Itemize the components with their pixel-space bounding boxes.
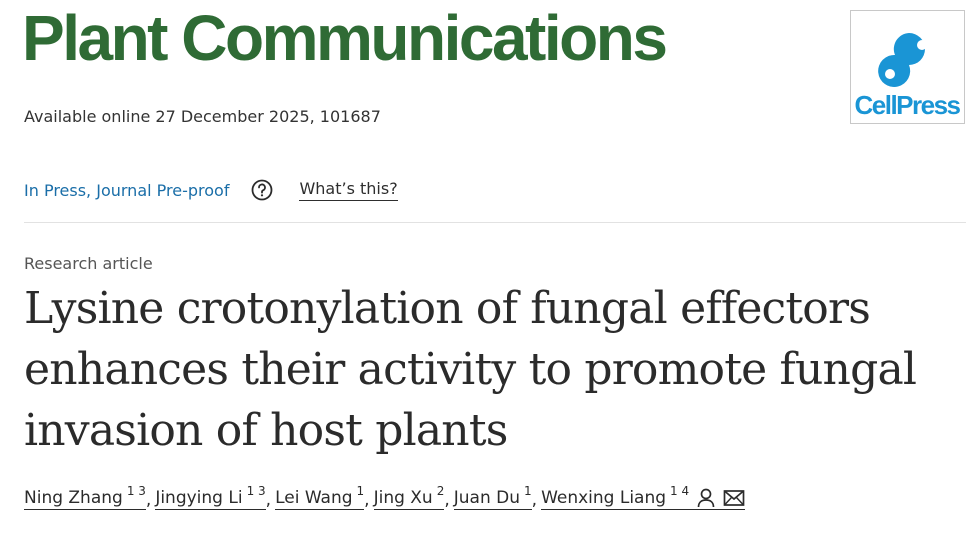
author-link[interactable]: Jingying Li 1 3 bbox=[155, 484, 266, 510]
author-link[interactable]: Juan Du 1 bbox=[453, 484, 532, 510]
author-name: Ning Zhang bbox=[24, 488, 123, 508]
cellpress-logo[interactable]: CellPress bbox=[850, 10, 965, 124]
divider bbox=[24, 222, 966, 223]
journal-title[interactable]: Plant Communications bbox=[22, 0, 668, 76]
article-title: Lysine crotonylation of fungal effectors… bbox=[24, 283, 917, 456]
whats-this-link[interactable]: What’s this? bbox=[299, 179, 398, 201]
author-list: Ning Zhang 1 3, Jingying Li 1 3, Lei Wang 1… bbox=[24, 484, 746, 510]
author-name: Juan Du bbox=[453, 488, 521, 508]
author-link[interactable]: Lei Wang 1 bbox=[275, 484, 365, 510]
status-row: In Press, Journal Pre-proof What’s this? bbox=[24, 176, 398, 204]
author-link[interactable]: Ning Zhang 1 3 bbox=[24, 484, 146, 510]
author-link[interactable]: Jing Xu 2 bbox=[373, 484, 445, 510]
author-affiliations: 1 bbox=[524, 484, 532, 498]
author-affiliations: 1 3 bbox=[126, 484, 146, 498]
available-online: Available online 27 December 2025, 10168… bbox=[24, 107, 381, 126]
author-name: Wenxing Liang bbox=[541, 488, 667, 508]
envelope-icon bbox=[723, 490, 745, 506]
person-icon bbox=[697, 488, 715, 508]
author-name: Jingying Li bbox=[155, 488, 243, 508]
author-affiliations: 1 3 bbox=[246, 484, 266, 498]
author-name: Jing Xu bbox=[373, 488, 433, 508]
author-affiliations: 1 bbox=[356, 484, 365, 498]
author-affiliations: 2 bbox=[436, 484, 445, 498]
status-link[interactable]: In Press, Journal Pre-proof bbox=[24, 181, 229, 200]
author-affiliations: 1 4 bbox=[670, 484, 690, 498]
article-type: Research article bbox=[24, 254, 153, 273]
cellpress-logo-text: CellPress bbox=[854, 90, 960, 120]
help-icon[interactable] bbox=[251, 179, 273, 201]
author-name: Lei Wang bbox=[275, 488, 353, 508]
corresponding-author-link[interactable]: Wenxing Liang 1 4 bbox=[541, 484, 746, 510]
